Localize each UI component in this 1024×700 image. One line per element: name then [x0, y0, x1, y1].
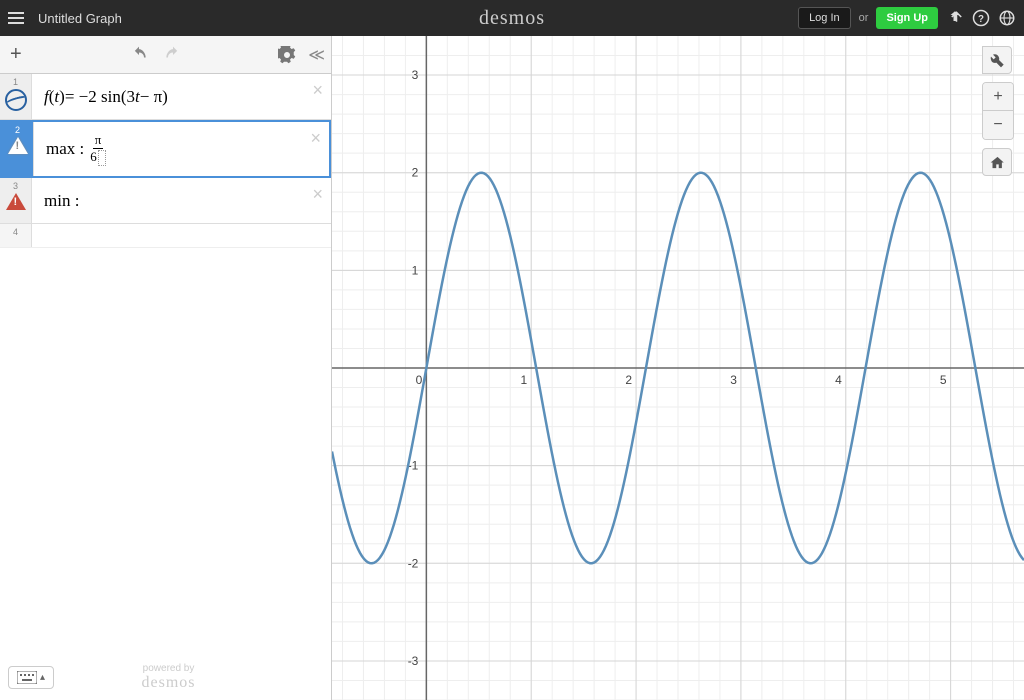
- expression-input[interactable]: f(t) = −2 sin(3t − π): [32, 74, 331, 119]
- svg-text:-3: -3: [408, 654, 419, 668]
- expression-row-2[interactable]: 2 max : π6 ×: [0, 120, 331, 178]
- svg-text:?: ?: [978, 14, 984, 25]
- expression-row-4[interactable]: 4: [0, 224, 331, 248]
- home-button[interactable]: [982, 148, 1012, 176]
- close-icon[interactable]: ×: [312, 184, 323, 205]
- menu-icon[interactable]: [8, 8, 28, 28]
- zoom-out-button[interactable]: −: [983, 111, 1013, 139]
- signup-button[interactable]: Sign Up: [876, 7, 938, 29]
- svg-text:-2: -2: [408, 556, 419, 570]
- settings-icon[interactable]: [278, 46, 296, 64]
- keyboard-button[interactable]: ▴: [8, 666, 54, 689]
- row-number: 1: [13, 77, 18, 87]
- svg-text:3: 3: [412, 68, 419, 82]
- expression-input[interactable]: min :: [32, 178, 331, 223]
- close-icon[interactable]: ×: [312, 80, 323, 101]
- chevron-up-icon: ▴: [40, 672, 45, 683]
- graph-title[interactable]: Untitled Graph: [38, 11, 122, 26]
- collapse-icon[interactable]: ≪: [308, 45, 321, 65]
- error-icon[interactable]: [6, 193, 26, 210]
- svg-text:3: 3: [730, 373, 737, 387]
- share-icon[interactable]: [946, 9, 964, 27]
- svg-text:1: 1: [412, 263, 419, 277]
- powered-by: powered by desmos: [142, 663, 196, 692]
- row-number: 4: [13, 227, 18, 237]
- globe-icon[interactable]: [998, 9, 1016, 27]
- warning-icon[interactable]: [8, 137, 28, 154]
- close-icon[interactable]: ×: [310, 128, 321, 149]
- expression-row-1[interactable]: 1 f(t) = −2 sin(3t − π) ×: [0, 74, 331, 120]
- desmos-logo: desmos: [479, 7, 545, 30]
- expression-input[interactable]: max : π6: [34, 122, 329, 176]
- svg-text:0: 0: [416, 373, 423, 387]
- svg-text:4: 4: [835, 373, 842, 387]
- expression-row-3[interactable]: 3 min : ×: [0, 178, 331, 224]
- wrench-icon[interactable]: [982, 46, 1012, 74]
- login-button[interactable]: Log In: [798, 7, 851, 29]
- svg-text:1: 1: [521, 373, 528, 387]
- graph-canvas[interactable]: 012345-3-2-1123 + −: [332, 36, 1024, 700]
- keyboard-icon: [17, 671, 37, 684]
- row-number: 3: [13, 181, 18, 191]
- svg-text:2: 2: [625, 373, 632, 387]
- or-label: or: [859, 12, 869, 24]
- undo-icon[interactable]: [129, 45, 149, 65]
- zoom-in-button[interactable]: +: [983, 83, 1013, 111]
- svg-text:5: 5: [940, 373, 947, 387]
- help-icon[interactable]: ?: [972, 9, 990, 27]
- svg-text:2: 2: [412, 166, 419, 180]
- function-icon[interactable]: [5, 89, 27, 111]
- row-number: 2: [15, 125, 20, 135]
- add-expression-button[interactable]: +: [10, 43, 34, 66]
- redo-icon[interactable]: [163, 45, 183, 65]
